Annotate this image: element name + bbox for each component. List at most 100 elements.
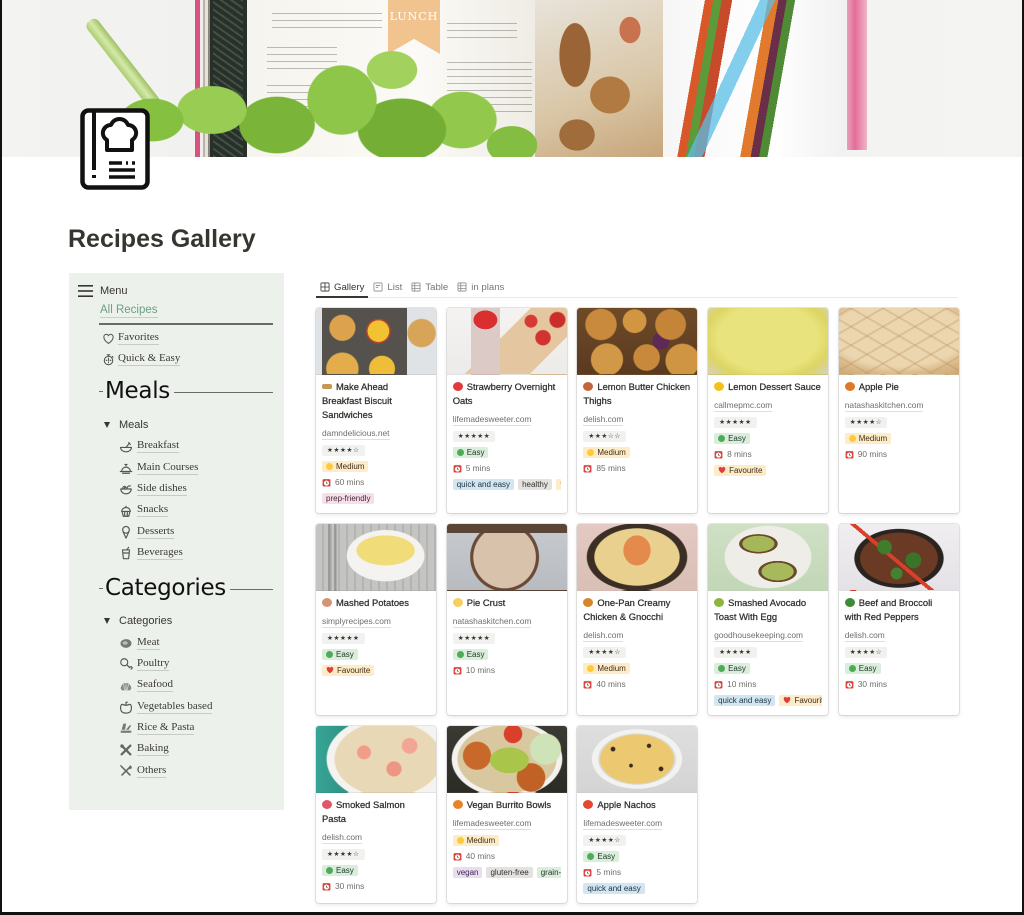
recipe-source-row: goodhousekeeping.com <box>714 628 822 644</box>
recipe-source-row: delish.com <box>844 628 953 644</box>
table-icon <box>411 282 421 292</box>
tab-gallery[interactable]: Gallery <box>316 277 369 298</box>
recipe-card[interactable]: Apple Pie natashaskitchen.com ★★★★☆ Medi… <box>838 308 959 513</box>
sidebar-item-rice-pasta[interactable]: Rice & Pasta <box>69 717 284 738</box>
sidebar-item-meat[interactable]: Meat <box>69 632 284 653</box>
recipe-source-link[interactable]: natashaskitchen.com <box>844 400 924 412</box>
sidebar-link-quick-easy[interactable]: Quick & Easy <box>69 349 284 370</box>
sidebar-item-label[interactable]: Beverages <box>137 546 183 561</box>
recipe-gallery: Make Ahead Breakfast Biscuit Sandwiches … <box>316 308 959 903</box>
sidebar-section-meals: Meals Meals Breakfast Main Courses Side … <box>69 377 284 564</box>
recipe-source-link[interactable]: natashaskitchen.com <box>452 616 532 628</box>
sidebar-item-poultry[interactable]: Poultry <box>69 653 284 674</box>
sidebar-item-label[interactable]: Vegetables based <box>137 700 213 714</box>
sidebar-item-label[interactable]: Side dishes <box>137 482 187 496</box>
heart-icon <box>718 466 726 474</box>
sidebar-link-label[interactable]: Favorites <box>118 331 159 345</box>
drumstick-icon <box>120 658 133 670</box>
recipe-source-link[interactable]: delish.com <box>322 832 363 844</box>
recipe-card[interactable]: Smoked Salmon Pasta delish.com ★★★★☆ Eas… <box>316 726 436 903</box>
sidebar-item-label[interactable]: Poultry <box>137 657 170 671</box>
difficulty-dot-icon <box>456 650 464 658</box>
recipe-source-link[interactable]: lifemadesweeter.com <box>583 818 663 830</box>
sidebar-item-label[interactable]: Baking <box>137 742 169 757</box>
recipe-card[interactable]: Smashed Avocado Toast With Egg goodhouse… <box>708 524 829 715</box>
recipe-card[interactable]: Apple Nachos lifemadesweeter.com ★★★★☆ E… <box>577 726 698 903</box>
recipe-card[interactable]: Lemon Dessert Sauce callmepmc.com ★★★★★ … <box>708 308 829 513</box>
sidebar-item-desserts[interactable]: Desserts <box>69 521 284 542</box>
recipe-card[interactable]: Lemon Butter Chicken Thighs delish.com ★… <box>577 308 698 513</box>
difficulty-label: Medium <box>597 447 626 457</box>
sidebar-item-main-courses[interactable]: Main Courses <box>69 457 284 478</box>
sidebar-link-label[interactable]: Quick & Easy <box>118 352 181 366</box>
recipe-source-link[interactable]: lifemadesweeter.com <box>452 818 532 830</box>
sidebar-item-label[interactable]: Main Courses <box>137 461 199 475</box>
difficulty-badge: Medium <box>844 432 892 444</box>
sidebar-item-others[interactable]: Others <box>69 760 284 781</box>
recipe-source-link[interactable]: delish.com <box>583 630 624 642</box>
sidebar-item-label[interactable]: Seafood <box>137 678 174 693</box>
sidebar-item-label[interactable]: Breakfast <box>137 439 180 454</box>
tab-in-plans[interactable]: in plans <box>453 277 508 297</box>
recipe-book-chef-hat-icon[interactable] <box>80 108 150 190</box>
recipe-source-row: natashaskitchen.com <box>844 398 953 414</box>
apple-icon <box>583 800 594 809</box>
recipe-source-link[interactable]: callmepmc.com <box>714 400 773 412</box>
all-recipes-link[interactable]: All Recipes <box>100 304 158 318</box>
tag-label: prep-friendly <box>326 493 371 503</box>
recipe-time-row: 5 mins <box>583 864 691 880</box>
cook-time-value: 60 mins <box>335 477 365 487</box>
recipe-card[interactable]: Mashed Potatoes simplyrecipes.com ★★★★★ … <box>316 524 436 715</box>
tab-list[interactable]: List <box>369 277 406 297</box>
toggle-triangle-icon[interactable] <box>104 617 110 624</box>
sidebar-item-label[interactable]: Desserts <box>137 525 175 539</box>
recipe-source-link[interactable]: goodhousekeeping.com <box>714 630 803 642</box>
sidebar-item-baking[interactable]: Baking <box>69 739 284 760</box>
recipe-card[interactable]: Beef and Broccoli with Red Peppers delis… <box>838 524 959 715</box>
bell-pepper-icon <box>120 701 132 714</box>
sidebar-item-breakfast[interactable]: Breakfast <box>69 436 284 457</box>
tag-quick-and-easy: quick and easy <box>452 478 515 490</box>
all-recipes-row: All Recipes <box>69 301 284 321</box>
sidebar-link-favorites[interactable]: Favorites <box>69 328 284 349</box>
recipe-source-link[interactable]: lifemadesweeter.com <box>452 414 532 426</box>
recipe-source-link[interactable]: delish.com <box>844 630 885 642</box>
sidebar-item-snacks[interactable]: Snacks <box>69 500 284 521</box>
lemon-sauce-photo <box>708 308 829 375</box>
toggle-triangle-icon[interactable] <box>104 421 110 428</box>
recipe-card[interactable]: One-Pan Creamy Chicken & Gnocchi delish.… <box>577 524 698 715</box>
recipe-card[interactable]: Strawberry Overnight Oats lifemadesweete… <box>446 308 567 513</box>
cook-time-value: 40 mins <box>465 851 496 861</box>
tag-healthy: healthy <box>518 478 552 490</box>
recipe-card[interactable]: Vegan Burrito Bowls lifemadesweeter.com … <box>446 726 567 903</box>
sidebar-item-seafood[interactable]: Seafood <box>69 675 284 696</box>
difficulty-dot-icon <box>848 664 856 672</box>
cook-time-value: 40 mins <box>596 679 626 689</box>
tab-table[interactable]: Table <box>407 277 452 297</box>
menu-header[interactable]: Menu <box>69 281 284 301</box>
recipe-title: Strawberry Overnight Oats <box>453 380 561 408</box>
recipe-source-link[interactable]: damndelicious.net <box>322 428 390 440</box>
cover-text-lines <box>272 12 382 34</box>
sidebar-item-beverages[interactable]: Beverages <box>69 542 284 563</box>
recipe-properties: natashaskitchen.com ★★★★★ Easy 10 mins <box>452 614 561 678</box>
toggle-meals[interactable]: Meals <box>69 415 284 436</box>
hamburger-menu-icon[interactable] <box>78 285 93 297</box>
recipe-source-link[interactable]: simplyrecipes.com <box>322 616 391 628</box>
sidebar-item-vegetables-based[interactable]: Vegetables based <box>69 696 284 717</box>
sidebar-item-label[interactable]: Meat <box>137 636 160 650</box>
recipe-source-link[interactable]: delish.com <box>583 414 624 426</box>
recipe-card[interactable]: Pie Crust natashaskitchen.com ★★★★★ Easy… <box>446 524 567 715</box>
toggle-categories[interactable]: Categories <box>69 611 284 632</box>
difficulty-badge: Medium <box>322 460 369 472</box>
sidebar-item-side-dishes[interactable]: Side dishes <box>69 478 284 499</box>
sidebar-item-label[interactable]: Others <box>137 764 167 778</box>
sidebar-item-label[interactable]: Rice & Pasta <box>137 721 195 736</box>
sidebar-item-label[interactable]: Snacks <box>137 503 169 518</box>
salmon-pasta-photo <box>316 726 436 793</box>
apple-nachos-photo <box>577 726 698 793</box>
recipe-properties: delish.com ★★★★☆ Medium 40 mins <box>583 628 691 692</box>
difficulty-badge: Easy <box>452 648 489 660</box>
recipe-card[interactable]: Make Ahead Breakfast Biscuit Sandwiches … <box>316 308 436 513</box>
difficulty-label: Easy <box>728 663 746 673</box>
